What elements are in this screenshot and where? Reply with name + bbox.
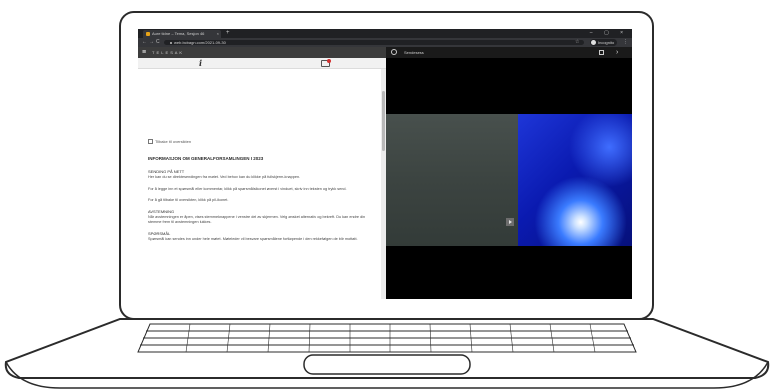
browser-menu-icon[interactable]: ⋮ bbox=[623, 38, 628, 47]
fullscreen-icon[interactable] bbox=[599, 50, 604, 55]
notification-badge bbox=[327, 59, 331, 63]
avatar-icon bbox=[591, 40, 596, 45]
profile-label: Incognito bbox=[598, 40, 615, 45]
video-player[interactable] bbox=[386, 114, 632, 246]
profile-button[interactable]: Incognito bbox=[590, 39, 618, 46]
tab-title: Aure tidne – Tema, Sesjon 46 bbox=[152, 31, 205, 36]
back-link[interactable]: Tilbake til oversikten bbox=[148, 139, 376, 145]
browser-tab[interactable]: Aure tidne – Tema, Sesjon 46 × bbox=[143, 30, 221, 38]
back-arrow-icon bbox=[148, 139, 153, 145]
info-icon[interactable]: i bbox=[199, 58, 202, 68]
hamburger-menu-icon[interactable]: ≡ bbox=[142, 48, 146, 57]
section-heading: AVSTEMNING bbox=[148, 209, 175, 215]
document-title: INFORMASJON OM GENERALFORSAMLINGEN I 202… bbox=[148, 156, 264, 162]
document-scrollbar-thumb[interactable] bbox=[382, 91, 385, 151]
section-paragraph: Spørsmål kan sendes inn under hele møtet… bbox=[148, 237, 358, 242]
tab-close-icon[interactable]: × bbox=[217, 30, 219, 38]
browser-tab-bar: Aure tidne – Tema, Sesjon 46 × + – ▢ × bbox=[138, 29, 632, 38]
url-text: web.bcbagn.com/2021-09-30 bbox=[174, 40, 226, 45]
section-paragraph: Når avstemningen er åpen, vises stemmekn… bbox=[148, 215, 366, 225]
document-toolbar: i bbox=[138, 58, 386, 69]
document-pane: ≡ T E L E S A K i Tilbake til oversikten… bbox=[138, 47, 386, 299]
back-button[interactable]: ← bbox=[142, 38, 147, 47]
next-arrow-icon[interactable]: › bbox=[616, 47, 618, 58]
new-tab-button[interactable]: + bbox=[226, 29, 230, 38]
section-paragraph: Her kan du se direktesendingen fra møtet… bbox=[148, 175, 301, 180]
broadcast-pane: Sendesess › bbox=[386, 47, 632, 299]
lock-icon bbox=[170, 41, 172, 44]
back-link-label: Tilbake til oversikten bbox=[155, 139, 192, 144]
section-paragraph: For å gå tilbake til oversikten, klikk p… bbox=[148, 197, 229, 202]
trackpad bbox=[303, 354, 471, 375]
document-header-title: T E L E S A K bbox=[152, 50, 183, 55]
section-heading: SPØRSMÅL bbox=[148, 231, 171, 237]
document-header: ≡ T E L E S A K bbox=[138, 47, 386, 58]
document-body: Tilbake til oversikten INFORMASJON OM GE… bbox=[148, 139, 376, 249]
section-heading: SENDING PÅ NETT bbox=[148, 169, 185, 175]
broadcast-header: Sendesess › bbox=[386, 47, 632, 58]
forward-button[interactable]: → bbox=[149, 38, 154, 47]
bookmark-star-icon[interactable]: ☆ bbox=[575, 38, 579, 47]
reload-button[interactable]: C bbox=[156, 38, 160, 47]
play-icon[interactable] bbox=[506, 218, 514, 226]
laptop-screen: Aure tidne – Tema, Sesjon 46 × + – ▢ × ←… bbox=[138, 29, 632, 299]
url-input[interactable]: web.bcbagn.com/2021-09-30 bbox=[164, 40, 584, 45]
video-frame-image bbox=[518, 114, 632, 246]
broadcast-icon bbox=[391, 49, 397, 55]
broadcast-title: Sendesess bbox=[404, 50, 424, 55]
tab-favicon-icon bbox=[146, 31, 150, 36]
section-paragraph: For å legge inn et spørsmål eller kommen… bbox=[148, 186, 347, 191]
browser-address-bar: ← → C web.bcbagn.com/2021-09-30 ☆ Incogn… bbox=[138, 38, 632, 47]
window-controls[interactable]: – ▢ × bbox=[590, 29, 628, 38]
